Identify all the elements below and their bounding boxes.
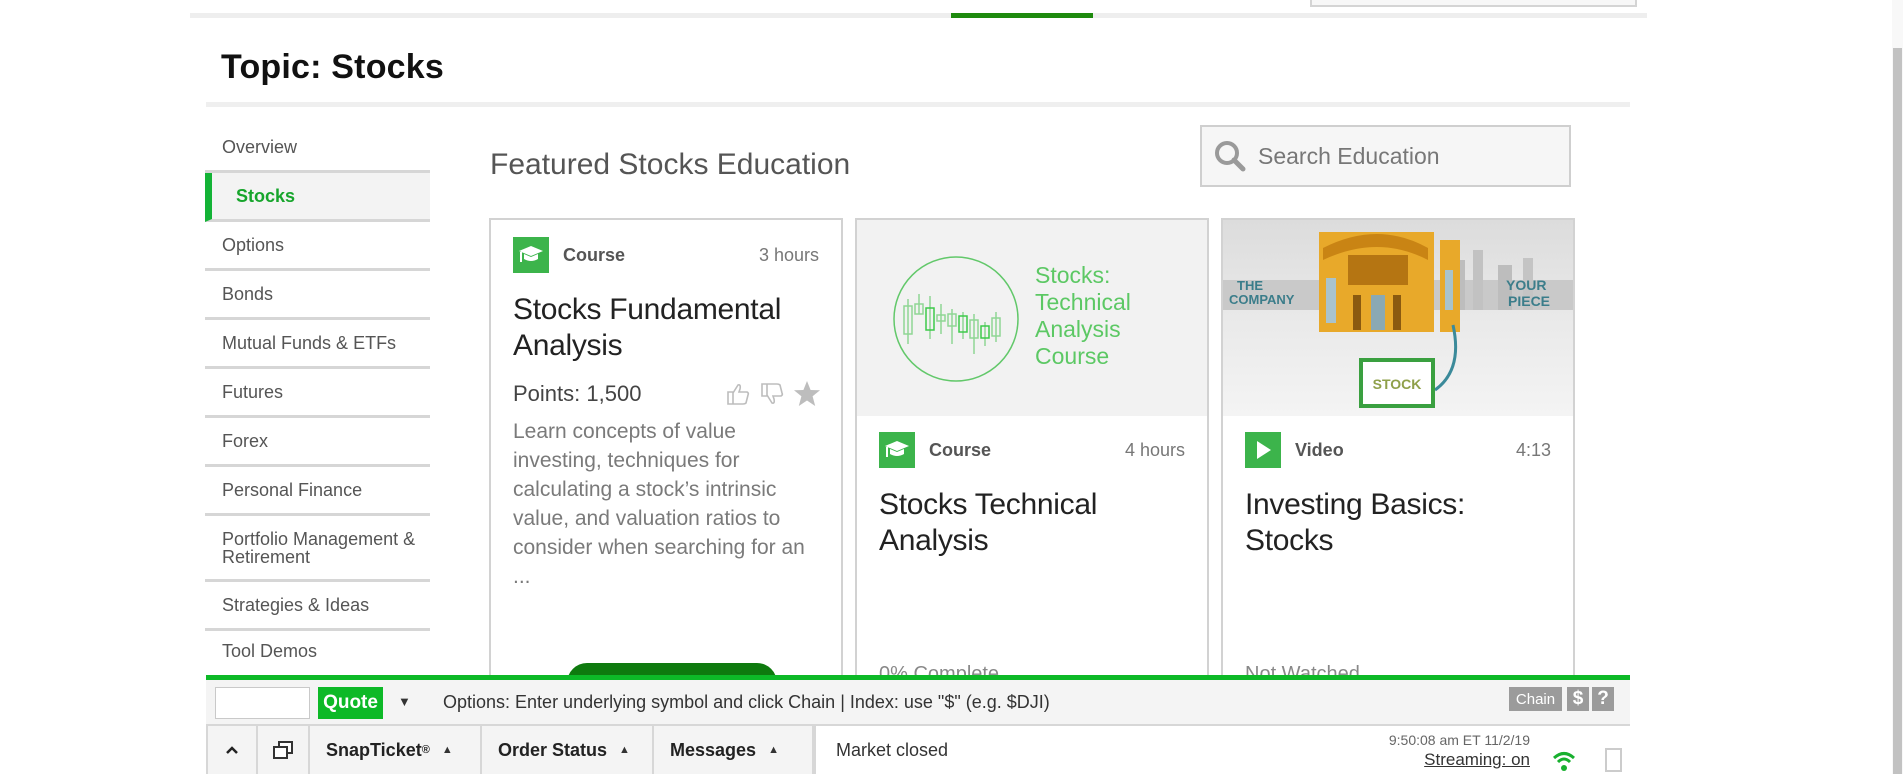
candlestick-chart-icon	[893, 256, 1019, 382]
market-status: Market closed	[836, 739, 949, 760]
quote-dropdown-caret-icon[interactable]: ▼	[398, 694, 411, 709]
sidebar-item-stocks[interactable]: Stocks	[205, 173, 430, 222]
section-title: Featured Stocks Education	[490, 148, 851, 181]
course-thumbnail[interactable]: Stocks: Technical Analysis Course	[857, 220, 1207, 416]
course-card[interactable]: Course 3 hours Stocks Fundamental Analys…	[489, 218, 843, 678]
panel-resize-handle[interactable]	[1605, 748, 1622, 772]
svg-text:YOUR: YOUR	[1506, 277, 1546, 293]
sidebar-item-label: Forex	[222, 430, 269, 451]
sidebar-item-portfolio-management[interactable]: Portfolio Management & Retirement	[205, 516, 430, 582]
duration-label: 3 hours	[758, 244, 819, 265]
sidebar-item-label: Personal Finance	[222, 479, 363, 500]
sidebar-item-options[interactable]: Options	[205, 222, 430, 271]
thumbnail-caption: Stocks: Technical Analysis Course	[1035, 262, 1131, 369]
sidebar-item-strategies-ideas[interactable]: Strategies & Ideas	[205, 582, 430, 631]
content-type-label: Course	[929, 439, 992, 460]
chain-button[interactable]: Chain	[1509, 687, 1562, 711]
duration-label: 4:13	[1515, 439, 1551, 460]
sidebar-item-label: Futures	[222, 381, 284, 402]
card-title[interactable]: Investing Basics: Stocks	[1245, 487, 1553, 559]
popout-window-icon	[273, 741, 293, 759]
expand-panel-button[interactable]	[206, 726, 258, 774]
sidebar-item-bonds[interactable]: Bonds	[205, 271, 430, 320]
video-card[interactable]: THE COMPANY YOUR PIECE STOCK Video 4:13 …	[1221, 218, 1575, 678]
title-divider	[206, 102, 1630, 107]
sidebar-item-label: Stocks	[236, 185, 296, 206]
messages-tab[interactable]: Messages ▲	[654, 726, 814, 774]
top-search-field[interactable]	[1310, 0, 1637, 7]
streaming-signal-icon	[1552, 752, 1576, 771]
sidebar-item-label: Options	[222, 234, 285, 255]
content-type-label: Course	[563, 244, 626, 265]
search-education-input[interactable]	[1256, 141, 1560, 171]
order-status-tab[interactable]: Order Status ▲	[482, 726, 654, 774]
content-type-label: Video	[1295, 439, 1344, 460]
registered-mark: ®	[421, 744, 430, 756]
vertical-scrollbar-thumb[interactable]	[1893, 48, 1902, 774]
market-status-area: Market closed 9:50:08 am ET 11/2/19 Stre…	[814, 726, 1630, 774]
dollar-button[interactable]: $	[1567, 687, 1589, 711]
sidebar-item-label: Strategies & Ideas	[222, 594, 370, 615]
caret-up-icon: ▲	[619, 744, 630, 756]
snapticket-tab[interactable]: SnapTicket ® ▲	[310, 726, 482, 774]
svg-text:STOCK: STOCK	[1373, 376, 1422, 392]
sidebar-item-futures[interactable]: Futures	[205, 369, 430, 418]
caret-up-icon: ▲	[441, 744, 453, 756]
order-status-label: Order Status	[498, 739, 608, 760]
chevron-up-icon	[226, 746, 238, 754]
svg-text:THE: THE	[1237, 278, 1263, 293]
thumbs-down-icon[interactable]	[759, 381, 785, 407]
quote-button[interactable]: Quote	[318, 687, 383, 719]
sidebar-item-overview[interactable]: Overview	[205, 124, 430, 173]
card-title[interactable]: Stocks Technical Analysis	[879, 487, 1187, 559]
svg-text:PIECE: PIECE	[1508, 293, 1550, 309]
sidebar-item-forex[interactable]: Forex	[205, 418, 430, 467]
sidebar-item-label: Mutual Funds & ETFs	[222, 332, 397, 353]
play-icon	[1245, 432, 1281, 468]
card-description: Learn concepts of value investing, techn…	[513, 420, 805, 588]
thumbs-up-icon[interactable]	[725, 381, 751, 407]
points-label: Points: 1,500	[513, 381, 642, 406]
video-thumbnail[interactable]: THE COMPANY YOUR PIECE STOCK	[1223, 220, 1573, 416]
streaming-toggle[interactable]: Streaming: on	[1424, 750, 1530, 770]
svg-text:COMPANY: COMPANY	[1229, 292, 1295, 307]
education-search[interactable]	[1200, 125, 1571, 187]
symbol-input[interactable]	[215, 687, 310, 719]
sidebar-item-tool-demos[interactable]: Tool Demos	[205, 631, 430, 661]
sidebar-item-label: Bonds	[222, 283, 274, 304]
snapticket-label: SnapTicket	[326, 739, 422, 760]
sidebar-item-label: Portfolio Management & Retirement	[222, 528, 416, 567]
course-card[interactable]: Stocks: Technical Analysis Course Course…	[855, 218, 1209, 678]
graduation-cap-icon	[879, 432, 915, 468]
timestamp: 9:50:08 am ET 11/2/19	[1388, 732, 1530, 748]
sidebar-nav: Overview Stocks Options Bonds Mutual Fun…	[205, 124, 430, 661]
duration-label: 4 hours	[1124, 439, 1185, 460]
star-icon[interactable]	[793, 380, 821, 408]
help-button[interactable]: ?	[1592, 687, 1614, 711]
company-stock-illustration: THE COMPANY YOUR PIECE STOCK	[1223, 232, 1573, 408]
quote-bar: Quote ▼ Options: Enter underlying symbol…	[206, 680, 1630, 726]
graduation-cap-icon	[513, 237, 549, 273]
sidebar-item-label: Tool Demos	[222, 641, 318, 661]
messages-label: Messages	[670, 739, 757, 760]
top-nav-rule	[190, 13, 1647, 18]
top-nav-active-indicator	[951, 13, 1093, 18]
quote-hint: Options: Enter underlying symbol and cli…	[443, 692, 1050, 712]
sidebar-item-label: Overview	[222, 136, 298, 157]
sidebar-item-personal-finance[interactable]: Personal Finance	[205, 467, 430, 516]
page-title: Topic: Stocks	[221, 48, 445, 86]
caret-up-icon: ▲	[768, 744, 779, 756]
status-bar: SnapTicket ® ▲ Order Status ▲ Messages ▲ …	[206, 726, 1630, 774]
popout-button[interactable]	[258, 726, 310, 774]
sidebar-item-mutual-funds-etfs[interactable]: Mutual Funds & ETFs	[205, 320, 430, 369]
card-title[interactable]: Stocks Fundamental Analysis	[513, 292, 821, 364]
search-icon	[1215, 141, 1246, 172]
